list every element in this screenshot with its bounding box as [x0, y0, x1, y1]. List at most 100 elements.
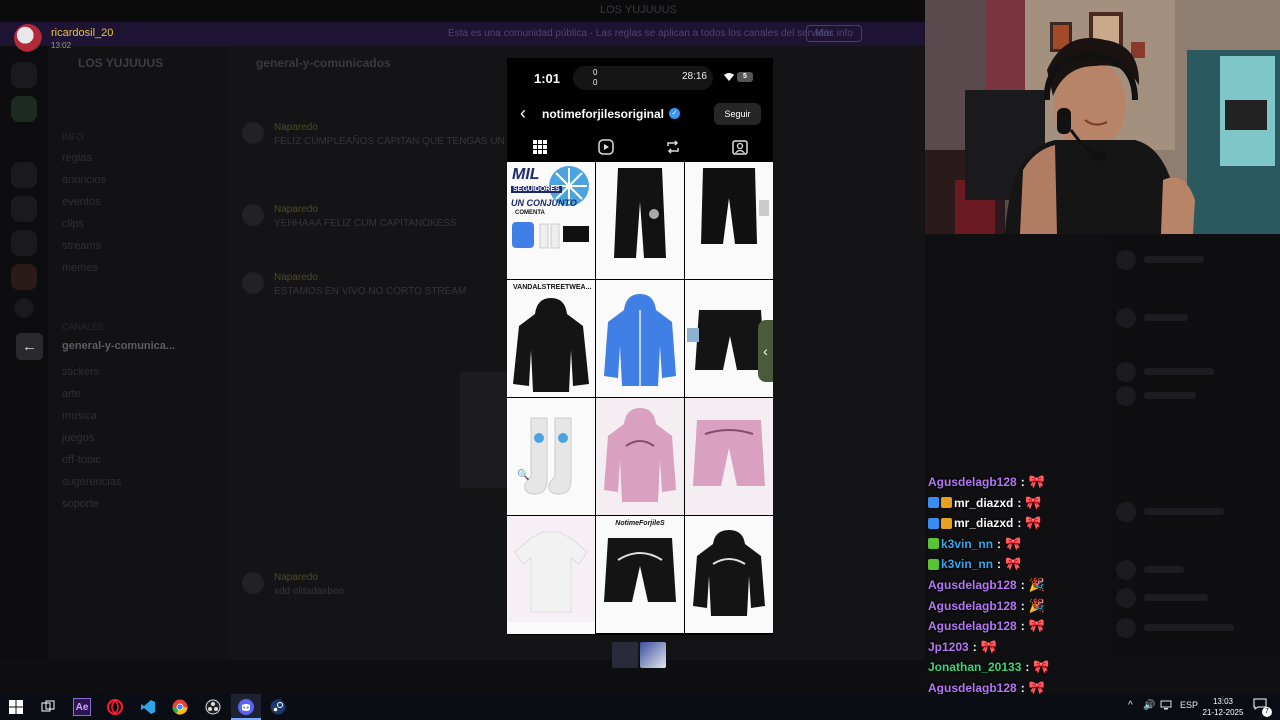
channel-item[interactable]: arte — [62, 388, 81, 400]
channel-group-header[interactable]: INFO — [62, 132, 84, 142]
member-entry[interactable] — [1144, 594, 1208, 601]
grid-post-black-hoodie[interactable]: VANDALSTREETWEA... — [507, 280, 595, 397]
thumbnail[interactable] — [612, 642, 638, 668]
side-panel-handle-icon[interactable]: ‹ — [758, 320, 773, 382]
steam-icon[interactable] — [269, 698, 287, 716]
avatar[interactable] — [1116, 386, 1136, 406]
chevron-up-icon[interactable]: ^ — [1128, 700, 1133, 711]
chat-badge-icon[interactable] — [928, 517, 939, 529]
message-author[interactable]: Naparedo — [274, 204, 318, 215]
discord-icon[interactable] — [237, 698, 255, 716]
previous-arrow-icon[interactable]: ← — [16, 333, 43, 360]
member-entry[interactable] — [1144, 314, 1188, 321]
chat-badge-icon[interactable] — [928, 497, 939, 509]
user-profile[interactable]: ricardosil_20 13:02 — [14, 24, 113, 52]
chat-badge-icon[interactable] — [941, 497, 952, 509]
server-icon[interactable] — [11, 264, 37, 290]
opera-icon[interactable] — [106, 698, 124, 716]
channel-item[interactable]: memes — [62, 262, 98, 274]
grid-post-shorts[interactable] — [685, 162, 773, 279]
obs-icon[interactable] — [204, 698, 222, 716]
grid-post-partial[interactable] — [507, 622, 595, 634]
chat-username[interactable]: Agusdelagb128 — [928, 578, 1017, 592]
chat-username[interactable]: Agusdelagb128 — [928, 475, 1017, 489]
channel-item[interactable]: soporte — [62, 498, 99, 510]
avatar[interactable] — [1116, 308, 1136, 328]
network-icon[interactable] — [1160, 700, 1172, 713]
channel-group-header[interactable]: CANALES — [62, 322, 104, 332]
channel-item[interactable]: anuncios — [62, 174, 106, 186]
chat-username[interactable]: mr_diazxd — [954, 496, 1013, 510]
chat-username[interactable]: mr_diazxd — [954, 516, 1013, 530]
grid-post-socks[interactable]: 🔍 — [507, 398, 595, 515]
server-icon[interactable] — [11, 62, 37, 88]
channel-item[interactable]: clips — [62, 218, 84, 230]
chat-username[interactable]: Agusdelagb128 — [928, 599, 1017, 613]
server-icon[interactable] — [11, 96, 37, 122]
channel-item[interactable]: eventos — [62, 196, 101, 208]
server-icon[interactable] — [11, 230, 37, 256]
explore-icon[interactable] — [14, 298, 34, 318]
grid-post-pink-hoodie[interactable] — [596, 398, 684, 515]
back-arrow-icon[interactable]: ‹ — [520, 103, 526, 124]
tagged-icon[interactable] — [730, 136, 750, 158]
channel-item[interactable]: stickers — [62, 366, 99, 378]
channel-item[interactable]: sugerencias — [62, 476, 121, 488]
chat-badge-icon[interactable] — [928, 558, 939, 570]
member-entry[interactable] — [1144, 624, 1234, 631]
member-entry[interactable] — [1144, 508, 1224, 515]
channel-item[interactable]: reglas — [62, 152, 92, 164]
server-icon[interactable] — [11, 196, 37, 222]
grid-post-pink-shorts[interactable] — [685, 398, 773, 515]
channel-item[interactable]: juegos — [62, 432, 94, 444]
grid-post-white-tee[interactable] — [507, 516, 595, 633]
grid-post-graphic-hoodie[interactable] — [685, 516, 773, 633]
notice-button[interactable]: Más info — [806, 25, 862, 42]
task-view-icon[interactable] — [39, 698, 57, 716]
vscode-icon[interactable] — [139, 698, 157, 716]
channel-item[interactable]: off-topic — [62, 454, 101, 466]
language-indicator[interactable]: ESP — [1180, 700, 1198, 710]
avatar[interactable] — [242, 572, 264, 594]
taskbar-clock[interactable]: 13:03 21-12-2025 — [1200, 696, 1246, 718]
follow-button[interactable]: Seguir — [714, 103, 761, 125]
grid-post-graphic-shorts[interactable]: NotimeForjileS — [596, 516, 684, 633]
member-entry[interactable] — [1144, 566, 1184, 573]
windows-start-icon[interactable] — [7, 698, 25, 716]
grid-post-promo[interactable]: MIL SEGUIDORES UN CONJUNTO COMENTA — [507, 162, 595, 279]
reposts-icon[interactable] — [663, 136, 683, 158]
chat-badge-icon[interactable] — [928, 538, 939, 550]
channel-item[interactable]: streams — [62, 240, 101, 252]
avatar[interactable] — [242, 204, 264, 226]
chat-username[interactable]: k3vin_nn — [941, 557, 993, 571]
avatar[interactable] — [1116, 618, 1136, 638]
avatar[interactable] — [1116, 362, 1136, 382]
avatar[interactable] — [1116, 588, 1136, 608]
grid-post-blue-hoodie[interactable] — [596, 280, 684, 397]
avatar[interactable] — [242, 122, 264, 144]
avatar[interactable] — [1116, 502, 1136, 522]
grid-post-pants[interactable] — [596, 162, 684, 279]
message-author[interactable]: Naparedo — [274, 572, 318, 583]
chrome-icon[interactable] — [171, 698, 189, 716]
notification-icon[interactable]: 7 — [1252, 698, 1272, 717]
server-name[interactable]: LOS YUJUUUS — [78, 56, 163, 70]
message-author[interactable]: Naparedo — [274, 122, 318, 133]
speaker-icon[interactable]: 🔊 — [1143, 700, 1155, 711]
member-entry[interactable] — [1144, 256, 1204, 263]
member-entry[interactable] — [1144, 368, 1214, 375]
chat-username[interactable]: Agusdelagb128 — [928, 619, 1017, 633]
message-author[interactable]: Naparedo — [274, 272, 318, 283]
after-effects-icon[interactable]: Ae — [73, 698, 91, 716]
member-entry[interactable] — [1144, 392, 1196, 399]
chat-username[interactable]: Jonathan_20133 — [928, 660, 1021, 674]
message-composer[interactable] — [0, 660, 925, 694]
chat-username[interactable]: Jp1203 — [928, 640, 969, 654]
server-icon[interactable] — [11, 162, 37, 188]
channel-item[interactable]: musica — [62, 410, 97, 422]
reels-icon[interactable] — [596, 136, 616, 158]
chat-username[interactable]: Agusdelagb128 — [928, 681, 1017, 695]
thumbnail[interactable] — [640, 642, 666, 668]
avatar[interactable] — [242, 272, 264, 294]
avatar[interactable] — [1116, 250, 1136, 270]
